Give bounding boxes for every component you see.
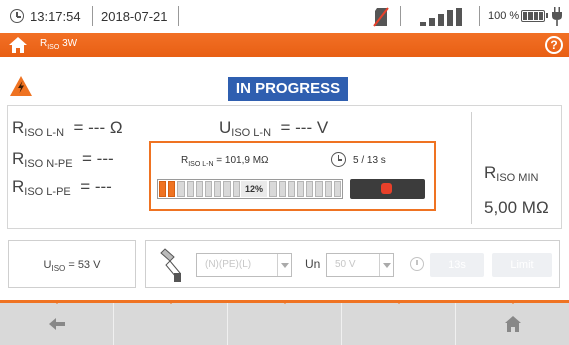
uiso-ln-reading: UISO L-N = --- V — [219, 118, 329, 139]
page-title: RISO 3W — [40, 38, 78, 51]
progress-segment — [287, 181, 296, 197]
riso-lpe-reading: RISO L-PE = --- — [12, 177, 112, 198]
riso-npe-reading: RISO N-PE = --- — [12, 149, 114, 170]
probe-icon — [160, 248, 181, 282]
un-label: Un — [305, 257, 321, 271]
riso-ln-reading: RISO L-N = --- Ω — [12, 118, 123, 139]
plug-icon — [552, 7, 562, 26]
divider — [400, 6, 401, 26]
warning-icon — [10, 76, 32, 96]
progress-bar: 12% — [157, 179, 343, 199]
progress-segment — [269, 181, 277, 197]
progress-percent: 12% — [241, 181, 268, 197]
divider — [479, 6, 480, 26]
measurement-status-badge: IN PROGRESS — [228, 77, 348, 101]
stop-icon — [381, 183, 392, 194]
progress-segment — [159, 181, 167, 197]
un-voltage-select[interactable]: 50 V — [326, 253, 394, 277]
nav-slot[interactable] — [114, 300, 228, 345]
title-bar: RISO 3W ? — [0, 33, 569, 57]
progress-segment — [214, 181, 222, 197]
uiso-setting[interactable]: UISO = 53 V — [8, 240, 136, 288]
meter-screen: 13:17:54 2018-07-21 100 % RISO 3W ? IN P… — [0, 0, 569, 345]
progress-segment — [195, 181, 204, 197]
chevron-down-icon — [379, 254, 393, 276]
clock-icon — [410, 257, 424, 271]
sd-card-missing-icon — [373, 7, 389, 27]
divider — [178, 6, 179, 26]
clock-icon — [10, 9, 24, 23]
stop-button[interactable] — [350, 179, 425, 199]
popup-elapsed-time: 5 / 13 s — [353, 155, 386, 166]
bottom-navigation — [0, 300, 569, 345]
conductor-select[interactable]: (N)(PE)(L) — [196, 253, 292, 277]
riso-min-value: 5,00 MΩ — [484, 198, 549, 217]
progress-segment — [324, 181, 332, 197]
progress-segment — [186, 181, 194, 197]
battery-icon — [521, 10, 548, 22]
limit-button[interactable]: Limit — [492, 253, 552, 277]
progress-segment — [205, 181, 213, 197]
panel-divider — [471, 112, 472, 224]
progress-segment — [306, 181, 314, 197]
status-date: 2018-07-21 — [101, 9, 168, 24]
home-icon — [504, 316, 521, 332]
progress-segment — [297, 181, 305, 197]
status-time: 13:17:54 — [30, 9, 81, 24]
back-button[interactable] — [0, 300, 114, 345]
progress-segment — [333, 181, 342, 197]
status-bar: 13:17:54 2018-07-21 100 % — [0, 0, 569, 33]
progress-segment — [232, 181, 240, 197]
progress-segment — [278, 181, 286, 197]
battery-percent: 100 % — [488, 10, 520, 22]
progress-popup: RISO L-N = 101,9 MΩ 5 / 13 s 12% — [149, 141, 436, 211]
popup-reading: RISO L-N = 101,9 MΩ — [181, 155, 269, 168]
home-nav-button[interactable] — [456, 300, 569, 345]
time-button[interactable]: 13s — [430, 253, 484, 277]
progress-segment — [177, 181, 185, 197]
arrow-left-icon — [48, 318, 65, 330]
signal-icon — [420, 8, 470, 26]
progress-segment — [168, 181, 176, 197]
progress-segment — [315, 181, 323, 197]
riso-min-label: RISO MIN — [484, 163, 539, 184]
nav-slot[interactable] — [228, 300, 342, 345]
home-icon[interactable] — [8, 36, 28, 54]
progress-segment — [223, 181, 231, 197]
clock-icon — [331, 152, 346, 167]
divider — [92, 6, 93, 26]
help-icon[interactable]: ? — [545, 36, 563, 54]
settings-bar: (N)(PE)(L) Un 50 V 13s Limit — [145, 240, 560, 288]
chevron-down-icon — [277, 254, 291, 276]
nav-slot[interactable] — [342, 300, 456, 345]
